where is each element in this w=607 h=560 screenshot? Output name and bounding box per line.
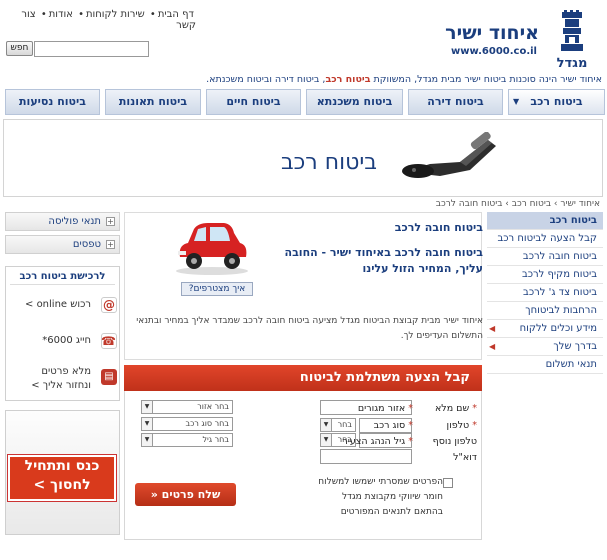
driver-age-select[interactable]: ▼ בחר גיל	[141, 433, 233, 447]
how-to-join-button[interactable]: איך מצטרפים?	[181, 282, 253, 296]
content-description: איחוד ישיר מבית קבוצת הביטוח מגדל מציעה …	[136, 316, 483, 341]
sidebar-item-comprehensive[interactable]: ביטוח מקיף לרכב	[487, 266, 603, 284]
tab-mortgage[interactable]: ביטוח משכנתא	[306, 89, 403, 115]
consent-text: הפרטים שמסרתי ישמשו למשלוח חומר שיווקי מ…	[318, 477, 443, 517]
sidebar-item-extensions[interactable]: הרחבות לביטוחך	[487, 302, 603, 320]
top-links: דף הבית• שירות לקוחות• אודות• צור קשר	[21, 9, 196, 31]
at-sign-icon: @	[101, 297, 117, 313]
top-link-home[interactable]: דף הבית	[158, 9, 194, 20]
area-select[interactable]: ▼ בחר אזור	[141, 400, 233, 414]
tab-home[interactable]: ביטוח דירה	[408, 89, 503, 115]
phone-label: * טלפון	[446, 420, 477, 431]
double-chevron-left-icon: «	[150, 488, 158, 501]
car-type-label: * סוג רכב	[373, 420, 413, 431]
sidebar-item-payment[interactable]: תנאי תשלום	[487, 356, 603, 374]
plus-icon: +	[106, 240, 115, 249]
banner-title: ביטוח רכב	[280, 150, 377, 175]
callback-line2: ונחזור אליך >	[31, 380, 91, 391]
brand-name[interactable]: איחוד ישיר	[445, 22, 539, 44]
phone-icon: ☎	[101, 333, 117, 349]
email-input[interactable]	[320, 449, 412, 464]
buy-online-row[interactable]: @ רכוש online >	[10, 297, 117, 319]
consent-checkbox[interactable]	[443, 478, 453, 488]
driver-age-label: * גיל הנהג הצעיר	[342, 436, 413, 447]
accordion-forms[interactable]: + טפסים	[5, 235, 120, 254]
triangle-left-icon: ◀	[489, 324, 496, 333]
form-header: קבל הצעה משתלמת לביטוח	[124, 365, 482, 391]
chevron-down-icon: ▼	[321, 419, 332, 431]
divider	[10, 284, 115, 285]
tab-travel[interactable]: ביטוח נסיעות	[5, 89, 100, 115]
chevron-down-icon: ▼	[142, 401, 153, 413]
name-label: * שם מלא	[434, 403, 477, 414]
chevron-down-icon: ▼	[321, 434, 332, 446]
chevron-down-icon: ▼	[142, 418, 153, 430]
sidebar-item-third-party[interactable]: ביטוח צד ג' לרכב	[487, 284, 603, 302]
content-subtitle: ביטוח חובה לרכב באיחוד ישיר - החובה עליך…	[284, 246, 483, 275]
tagline-prefix: איחוד ישיר הינה סוכנות ביטוח ישיר מבית מ…	[373, 74, 602, 85]
top-link-service[interactable]: שירות לקוחות	[86, 9, 145, 20]
car-key-image	[400, 131, 500, 187]
sidebar-item-car[interactable]: ביטוח רכב	[487, 212, 603, 230]
tagline-link[interactable]: ביטוח רכב	[325, 74, 370, 85]
brand-url[interactable]: www.6000.co.il	[451, 46, 537, 57]
car-type-select[interactable]: ▼ בחר סוג רכב	[141, 417, 233, 431]
tab-car[interactable]: ▼ ביטוח רכב	[508, 89, 605, 115]
search-button[interactable]: חפש	[6, 41, 33, 56]
migdal-logo[interactable]: מגדל	[544, 10, 600, 74]
search-input[interactable]	[34, 41, 149, 57]
breadcrumb[interactable]: איחוד ישיר › ביטוח רכב › ביטוח חובה לרכב	[436, 199, 600, 209]
submit-button[interactable]: שלח פרטים «	[135, 483, 236, 506]
chevron-down-icon: ▼	[142, 434, 153, 446]
email-label: דוא"ל	[453, 452, 477, 463]
red-car-image	[172, 215, 252, 277]
tab-life[interactable]: ביטוח חיים	[206, 89, 301, 115]
sidebar-item-info[interactable]: ◀ מידע וכלים ללקוח	[487, 320, 603, 338]
content-title: ביטוח חובה לרכב	[394, 221, 483, 234]
area-label: * אזור מגורים	[357, 403, 413, 414]
sidebar-item-quote[interactable]: קבל הצעה לביטוח רכב	[487, 230, 603, 248]
phone2-label: טלפון נוסף	[432, 436, 477, 447]
sidebar-item-mandatory[interactable]: ביטוח חובה לרכב	[487, 248, 603, 266]
left-sidebar: + תנאי פוליסה + טפסים	[5, 212, 120, 258]
chevron-down-icon: ▼	[513, 97, 520, 106]
triangle-left-icon: ◀	[489, 342, 496, 351]
tagline-suffix: , ביטוח דירה וביטוח משכנתא.	[206, 74, 326, 85]
sidebar-item-your-way[interactable]: ◀ בדרך שלך	[487, 338, 603, 356]
buy-callback-row[interactable]: ▤ מלא פרטים ונחזור אליך >	[10, 365, 117, 395]
buy-box-title: לרכישת ביטוח רכב	[19, 271, 106, 282]
tagline: איחוד ישיר הינה סוכנות ביטוח ישיר מבית מ…	[5, 74, 602, 85]
right-sidebar: ביטוח רכב קבל הצעה לביטוח רכב ביטוח חובה…	[487, 212, 603, 374]
tab-accidents[interactable]: ביטוח תאונות	[105, 89, 201, 115]
callback-line1: מלא פרטים	[41, 366, 91, 377]
buy-phone-row[interactable]: ☎ חייג 6000*	[10, 333, 117, 355]
form-icon: ▤	[101, 369, 117, 385]
accordion-policy-terms[interactable]: + תנאי פוליסה	[5, 212, 120, 231]
phone-prefix-select[interactable]: ▼ בחר	[320, 418, 356, 432]
main-nav: ▼ ביטוח רכב ביטוח דירה ביטוח משכנתא ביטוח…	[5, 89, 605, 115]
logo-caption: מגדל	[556, 56, 588, 71]
promo-save-button[interactable]: כנס ותתחיל לחסוך >	[7, 454, 117, 502]
top-link-about[interactable]: אודות	[49, 9, 73, 20]
plus-icon: +	[106, 217, 115, 226]
